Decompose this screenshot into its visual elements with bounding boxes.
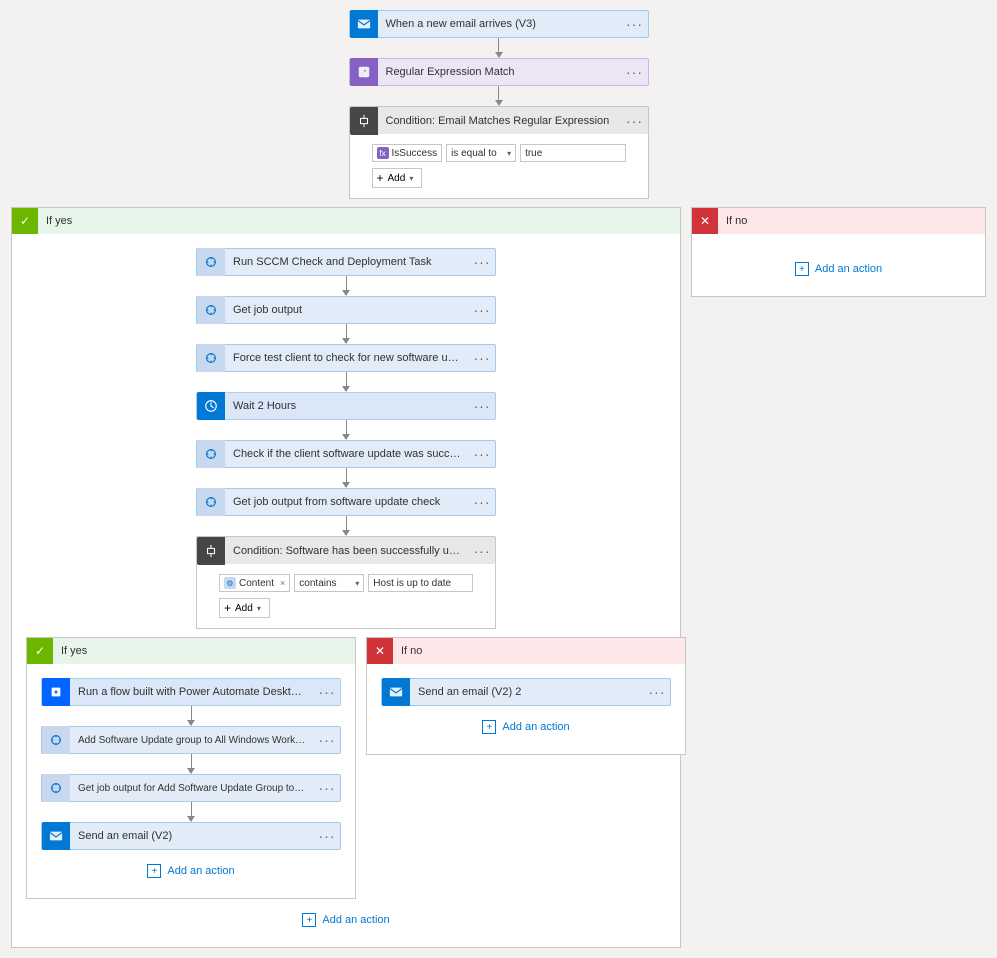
outlook-icon [42, 822, 70, 850]
step-get-output[interactable]: Get job output ··· [196, 296, 496, 324]
add-action-button[interactable]: + Add an action [482, 720, 569, 734]
branch-yes-header[interactable]: ✓ If yes [12, 208, 680, 234]
branch-no-1: ✕ If no + Add an action [691, 207, 986, 297]
svg-text:.*: .* [361, 70, 366, 77]
chevron-down-icon: ▾ [257, 604, 261, 613]
condition2-header[interactable]: Condition: Software has been successfull… [196, 536, 496, 564]
more-icon[interactable]: ··· [314, 732, 340, 748]
condition2-value-field[interactable]: Host is up to date [368, 574, 473, 592]
step-run-sccm[interactable]: Run SCCM Check and Deployment Task ··· [196, 248, 496, 276]
plus-icon: + [302, 913, 316, 927]
add-action-button[interactable]: + Add an action [302, 913, 389, 927]
more-icon[interactable]: ··· [469, 350, 495, 366]
more-icon[interactable]: ··· [622, 64, 648, 80]
add-action-button[interactable]: + Add an action [795, 262, 882, 276]
connector-arrow [342, 372, 350, 392]
plus-icon: + [795, 262, 809, 276]
outlook-icon [350, 10, 378, 38]
trigger-card[interactable]: When a new email arrives (V3) ··· [349, 10, 649, 38]
outlook-icon [382, 678, 410, 706]
more-icon[interactable]: ··· [469, 543, 495, 559]
condition1-body: fx IsSuccess is equal to▾ true + Add ▾ [349, 134, 649, 199]
connector-arrow [495, 86, 503, 106]
connector-arrow [342, 276, 350, 296]
step-send-email[interactable]: Send an email (V2) ··· [41, 822, 341, 850]
condition2-body: ⚙ Content × contains▾ Host is up to date [196, 564, 496, 629]
regex-label: Regular Expression Match [378, 66, 622, 78]
plus-icon: + [482, 720, 496, 734]
condition1-header[interactable]: Condition: Email Matches Regular Express… [349, 106, 649, 134]
more-icon[interactable]: ··· [314, 828, 340, 844]
connector-arrow [187, 754, 195, 774]
automation-icon [197, 296, 225, 324]
step-get-output-2[interactable]: Get job output from software update chec… [196, 488, 496, 516]
regex-icon: .* [350, 58, 378, 86]
more-icon[interactable]: ··· [469, 494, 495, 510]
token-icon: fx [377, 147, 389, 159]
connector-arrow [342, 516, 350, 536]
connector-arrow [495, 38, 503, 58]
condition-icon [197, 537, 225, 565]
chevron-down-icon: ▾ [355, 579, 359, 588]
more-icon[interactable]: ··· [469, 302, 495, 318]
flow-root: When a new email arrives (V3) ··· .* Reg… [10, 10, 987, 948]
close-icon: ✕ [692, 208, 718, 234]
add-action-button[interactable]: + Add an action [147, 864, 234, 878]
condition1-left-operand[interactable]: fx IsSuccess [372, 144, 443, 162]
step-add-update-group[interactable]: Add Software Update group to All Windows… [41, 726, 341, 754]
more-icon[interactable]: ··· [469, 446, 495, 462]
remove-token-icon[interactable]: × [280, 578, 285, 588]
automation-icon [197, 440, 225, 468]
chevron-down-icon: ▾ [507, 149, 511, 158]
branch-no-2: ✕ If no Send an email (V2) 2 ··· [366, 637, 686, 755]
more-icon[interactable]: ··· [644, 684, 670, 700]
more-icon[interactable]: ··· [622, 16, 648, 32]
condition-icon [350, 107, 378, 135]
branch-yes-header[interactable]: ✓ If yes [27, 638, 355, 664]
connector-arrow [342, 468, 350, 488]
automation-icon [42, 726, 70, 754]
condition1-value-field[interactable]: true [520, 144, 625, 162]
add-condition-row-button[interactable]: + Add ▾ [372, 168, 423, 188]
regex-card[interactable]: .* Regular Expression Match ··· [349, 58, 649, 86]
close-icon: ✕ [367, 638, 393, 664]
step-get-output-3[interactable]: Get job output for Add Software Update G… [41, 774, 341, 802]
more-icon[interactable]: ··· [469, 254, 495, 270]
step-force-check[interactable]: Force test client to check for new softw… [196, 344, 496, 372]
branch-yes-1: ✓ If yes Run SCCM Check and Deployment T… [11, 207, 681, 948]
step-wait[interactable]: Wait 2 Hours ··· [196, 392, 496, 420]
automation-icon [42, 774, 70, 802]
more-icon[interactable]: ··· [622, 113, 648, 129]
step-check-success[interactable]: Check if the client software update was … [196, 440, 496, 468]
branch-yes-2: ✓ If yes Run a flow built with Power Aut… [26, 637, 356, 899]
token-icon: ⚙ [224, 577, 236, 589]
connector-arrow [187, 802, 195, 822]
condition1-token: IsSuccess [392, 148, 438, 159]
plus-icon: + [147, 864, 161, 878]
automation-icon [197, 248, 225, 276]
condition2-operator-select[interactable]: contains▾ [294, 574, 364, 592]
step-send-email-2[interactable]: Send an email (V2) 2 ··· [381, 678, 671, 706]
step-rpa[interactable]: Run a flow built with Power Automate Des… [41, 678, 341, 706]
condition2-left-operand[interactable]: ⚙ Content × [219, 574, 290, 592]
check-icon: ✓ [27, 638, 53, 664]
rpa-icon [42, 678, 70, 706]
branch-no-header[interactable]: ✕ If no [367, 638, 685, 664]
condition1-operator-select[interactable]: is equal to▾ [446, 144, 516, 162]
connector-arrow [342, 324, 350, 344]
branch-no-header[interactable]: ✕ If no [692, 208, 985, 234]
connector-arrow [342, 420, 350, 440]
more-icon[interactable]: ··· [314, 684, 340, 700]
automation-icon [197, 488, 225, 516]
add-condition-row-button[interactable]: + Add ▾ [219, 598, 270, 618]
clock-icon [197, 392, 225, 420]
more-icon[interactable]: ··· [469, 398, 495, 414]
more-icon[interactable]: ··· [314, 780, 340, 796]
connector-arrow [187, 706, 195, 726]
trigger-label: When a new email arrives (V3) [378, 18, 622, 30]
condition1-label: Condition: Email Matches Regular Express… [378, 115, 622, 127]
automation-icon [197, 344, 225, 372]
check-icon: ✓ [12, 208, 38, 234]
chevron-down-icon: ▾ [409, 174, 413, 183]
